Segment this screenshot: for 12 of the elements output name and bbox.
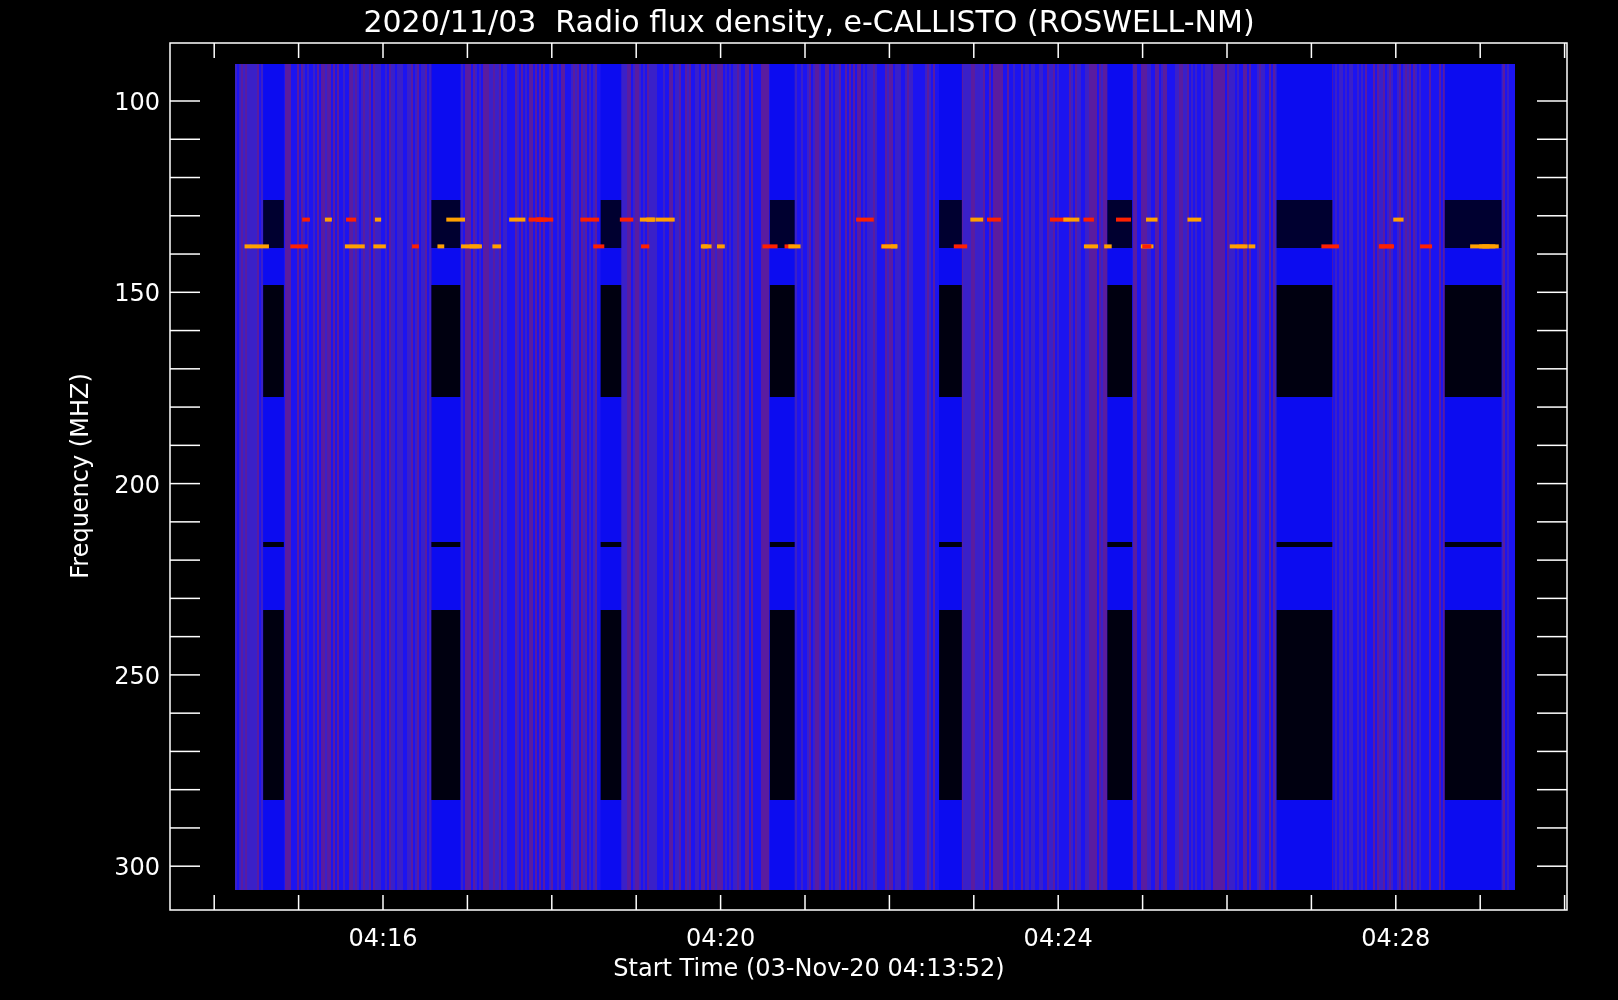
tick-label: 04:28 xyxy=(1361,924,1431,952)
tick-label: 150 xyxy=(114,279,160,308)
tick-label: 250 xyxy=(114,661,160,690)
axis-title: Start Time (03-Nov-20 04:13:52) xyxy=(613,954,1005,982)
tick-label: 04:24 xyxy=(1023,924,1093,952)
axis-title: Frequency (MHZ) xyxy=(66,373,94,579)
tick-label: 100 xyxy=(114,88,160,116)
tick-label: 04:20 xyxy=(686,924,756,952)
tick-label: 04:16 xyxy=(348,924,418,952)
tick-label: 200 xyxy=(114,470,160,499)
tick-label: 300 xyxy=(114,853,160,882)
chart-title: 2020/11/03 Radio flux density, e-CALLISTO (ROSWELL-NM) xyxy=(363,4,1255,39)
